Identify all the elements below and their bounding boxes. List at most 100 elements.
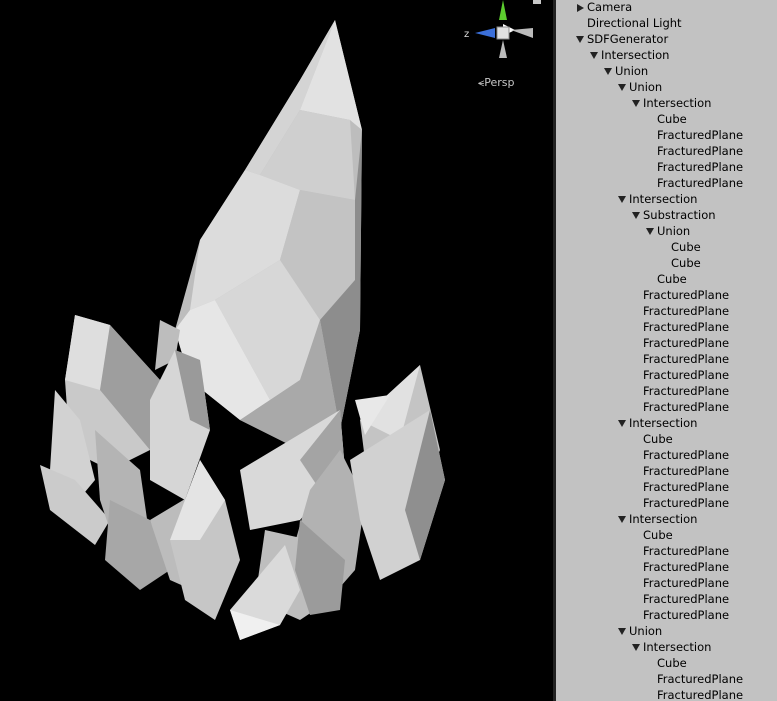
hierarchy-item-label: FracturedPlane xyxy=(657,128,744,142)
hierarchy-item[interactable]: FracturedPlane xyxy=(643,319,729,335)
hierarchy-item[interactable]: FracturedPlane xyxy=(643,591,729,607)
hierarchy-item-label: FracturedPlane xyxy=(643,400,730,414)
hierarchy-item[interactable]: Union xyxy=(618,623,662,639)
hierarchy-item-label: Cube xyxy=(643,432,673,446)
hierarchy-item[interactable]: Cube xyxy=(643,431,673,447)
hierarchy-item[interactable]: FracturedPlane xyxy=(657,175,743,191)
hierarchy-item-label: Cube xyxy=(643,528,673,542)
hierarchy-item[interactable]: Intersection xyxy=(590,47,669,63)
hierarchy-item[interactable]: Directional Light xyxy=(587,15,682,31)
hierarchy-item[interactable]: SDFGenerator xyxy=(576,31,668,47)
hierarchy-item-label: Union xyxy=(657,224,691,238)
hierarchy-item-label: Union xyxy=(615,64,649,78)
hierarchy-item[interactable]: FracturedPlane xyxy=(643,351,729,367)
hierarchy-item-label: Substraction xyxy=(643,208,716,222)
hierarchy-item-label: FracturedPlane xyxy=(643,544,730,558)
expand-arrow-down-icon[interactable] xyxy=(618,516,626,523)
gizmo-axis-label: z xyxy=(464,29,469,40)
scene-view[interactable]: z ⪪Persp xyxy=(0,0,553,701)
hierarchy-item[interactable]: FracturedPlane xyxy=(643,287,729,303)
hierarchy-item[interactable]: Intersection xyxy=(632,639,711,655)
expand-arrow-down-icon[interactable] xyxy=(632,644,640,651)
hierarchy-item[interactable]: FracturedPlane xyxy=(657,143,743,159)
hierarchy-item-label: FracturedPlane xyxy=(643,368,730,382)
hierarchy-item[interactable]: Substraction xyxy=(632,207,716,223)
hierarchy-item-label: Union xyxy=(629,624,663,638)
expand-arrow-down-icon[interactable] xyxy=(576,36,584,43)
hierarchy-item[interactable]: Cube xyxy=(657,655,687,671)
hierarchy-item-label: FracturedPlane xyxy=(643,352,730,366)
expand-arrow-right-icon[interactable] xyxy=(577,3,584,12)
hierarchy-item-label: FracturedPlane xyxy=(643,464,730,478)
hierarchy-item-label: Intersection xyxy=(629,512,698,526)
hierarchy-item-label: Camera xyxy=(587,0,633,14)
hierarchy-item[interactable]: Cube xyxy=(657,111,687,127)
hierarchy-item[interactable]: FracturedPlane xyxy=(657,159,743,175)
hierarchy-item-label: Intersection xyxy=(643,640,712,654)
hierarchy-item-label: FracturedPlane xyxy=(657,144,744,158)
projection-toggle[interactable]: ⪪Persp xyxy=(478,76,514,90)
hierarchy-panel[interactable]: Camera Directional Light SDFGenerator Inter… xyxy=(556,0,777,701)
hierarchy-item[interactable]: FracturedPlane xyxy=(657,127,743,143)
hierarchy-item[interactable]: FracturedPlane xyxy=(643,495,729,511)
hierarchy-item-label: FracturedPlane xyxy=(657,160,744,174)
hierarchy-item[interactable]: FracturedPlane xyxy=(643,543,729,559)
hierarchy-item-label: FracturedPlane xyxy=(643,448,730,462)
hierarchy-item-label: Cube xyxy=(671,240,701,254)
hierarchy-item-label: FracturedPlane xyxy=(643,288,730,302)
hierarchy-item-label: FracturedPlane xyxy=(657,176,744,190)
hierarchy-item-label: Cube xyxy=(657,272,687,286)
expand-arrow-down-icon[interactable] xyxy=(646,228,654,235)
z-axis-cone[interactable] xyxy=(475,28,495,38)
hierarchy-item[interactable]: Cube xyxy=(671,255,701,271)
hierarchy-item[interactable]: Cube xyxy=(643,527,673,543)
hierarchy-item-label: FracturedPlane xyxy=(657,672,744,686)
hierarchy-item[interactable]: FracturedPlane xyxy=(643,559,729,575)
hierarchy-item-label: Intersection xyxy=(629,416,698,430)
projection-label: Persp xyxy=(484,76,515,89)
hierarchy-item[interactable]: FracturedPlane xyxy=(643,303,729,319)
hierarchy-item-label: Intersection xyxy=(643,96,712,110)
y-axis-cone[interactable] xyxy=(499,0,507,20)
expand-arrow-down-icon[interactable] xyxy=(618,420,626,427)
expand-arrow-down-icon[interactable] xyxy=(590,52,598,59)
expand-arrow-down-icon[interactable] xyxy=(632,100,640,107)
hierarchy-item[interactable]: FracturedPlane xyxy=(643,335,729,351)
hierarchy-item[interactable]: Cube xyxy=(671,239,701,255)
hierarchy-item[interactable]: FracturedPlane xyxy=(643,447,729,463)
hierarchy-item-label: FracturedPlane xyxy=(643,576,730,590)
expand-arrow-down-icon[interactable] xyxy=(604,68,612,75)
hierarchy-item[interactable]: FracturedPlane xyxy=(643,463,729,479)
hierarchy-item-label: Directional Light xyxy=(587,16,682,30)
expand-arrow-down-icon[interactable] xyxy=(618,628,626,635)
neg-y-axis-cone[interactable] xyxy=(499,40,507,58)
hierarchy-item[interactable]: FracturedPlane xyxy=(643,367,729,383)
hierarchy-item[interactable]: Intersection xyxy=(618,511,697,527)
expand-arrow-down-icon[interactable] xyxy=(632,212,640,219)
hierarchy-item[interactable]: FracturedPlane xyxy=(643,575,729,591)
expand-arrow-down-icon[interactable] xyxy=(618,196,626,203)
hierarchy-item[interactable]: Union xyxy=(604,63,648,79)
neg-x-axis-cone[interactable] xyxy=(511,28,533,38)
expand-arrow-down-icon[interactable] xyxy=(618,84,626,91)
hierarchy-item[interactable]: Intersection xyxy=(632,95,711,111)
gizmo-center-cube[interactable] xyxy=(496,26,510,40)
hierarchy-item-label: FracturedPlane xyxy=(643,560,730,574)
hierarchy-item-label: Cube xyxy=(657,112,687,126)
hierarchy-item[interactable]: Intersection xyxy=(618,415,697,431)
hierarchy-item-label: Intersection xyxy=(601,48,670,62)
hierarchy-item[interactable]: FracturedPlane xyxy=(643,607,729,623)
hierarchy-item[interactable]: FracturedPlane xyxy=(657,687,743,701)
hierarchy-item[interactable]: FracturedPlane xyxy=(643,399,729,415)
scene-scroll-handle xyxy=(533,0,541,4)
hierarchy-item[interactable]: FracturedPlane xyxy=(643,479,729,495)
hierarchy-item[interactable]: FracturedPlane xyxy=(657,671,743,687)
hierarchy-item-label: FracturedPlane xyxy=(657,688,744,701)
hierarchy-item[interactable]: Cube xyxy=(657,271,687,287)
hierarchy-item[interactable]: Union xyxy=(646,223,690,239)
hierarchy-item-label: Union xyxy=(629,80,663,94)
hierarchy-item[interactable]: FracturedPlane xyxy=(643,383,729,399)
hierarchy-item[interactable]: Intersection xyxy=(618,191,697,207)
hierarchy-item[interactable]: Camera xyxy=(576,0,632,15)
hierarchy-item[interactable]: Union xyxy=(618,79,662,95)
